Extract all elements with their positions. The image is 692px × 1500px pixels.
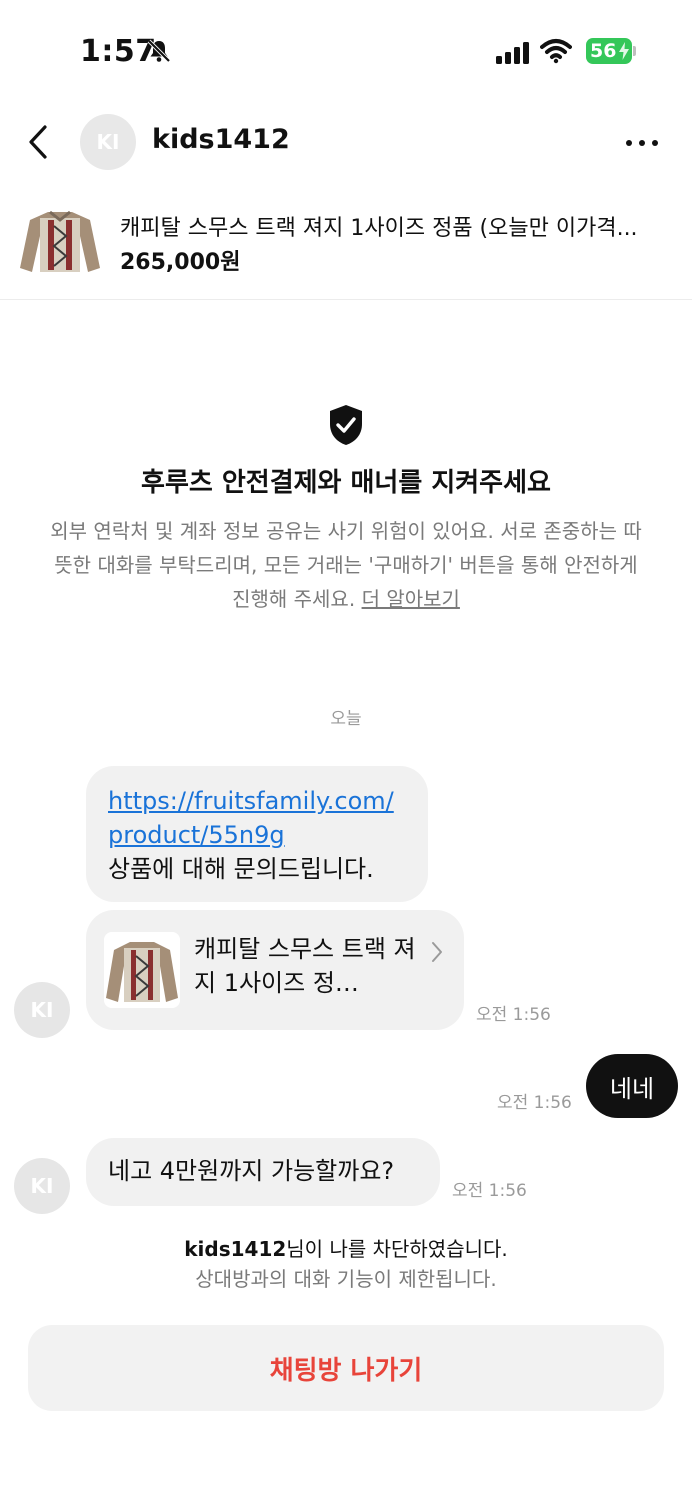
blocked-notice-line: kids1412님이 나를 차단하였습니다. (0, 1234, 692, 1264)
back-button[interactable] (20, 122, 56, 162)
wifi-icon (540, 38, 572, 68)
learn-more-link[interactable]: 더 알아보기 (362, 587, 460, 611)
product-card-title: 캐피탈 스무스 트랙 져지 1사이즈 정… (194, 935, 416, 997)
safety-notice-title: 후루츠 안전결제와 매너를 지켜주세요 (141, 468, 551, 498)
battery-cap (633, 46, 636, 56)
product-price: 265,000원 (120, 250, 241, 275)
dot-icon (652, 140, 658, 146)
chat-header: KI kids1412 (0, 110, 692, 174)
blocked-message: 님이 나를 차단하였습니다. (286, 1237, 508, 1261)
message-text: 네네 (609, 1074, 655, 1103)
cellular-signal-icon (496, 42, 530, 68)
chevron-left-icon (29, 125, 47, 159)
safety-notice-text: 외부 연락처 및 계좌 정보 공유는 사기 위험이 있어요. 서로 존중하는 따… (50, 519, 642, 611)
charging-bolt-icon (619, 42, 629, 60)
product-image (104, 932, 180, 1008)
message-timestamp: 오전 1:56 (497, 1093, 572, 1113)
product-link-line: https://fruitsfamily.com/ (108, 787, 394, 815)
product-image (20, 210, 100, 272)
product-link[interactable]: https://fruitsfamily.com/ product/55n9g (108, 784, 406, 852)
chevron-right-icon (432, 942, 442, 962)
message-timestamp: 오전 1:56 (452, 1181, 527, 1201)
product-title: 캐피탈 스무스 트랙 져지 1사이즈 정품 (오늘만 이가격... (120, 216, 638, 241)
avatar[interactable]: KI (14, 982, 70, 1038)
date-separator: 오늘 (330, 709, 362, 729)
battery-indicator: 56 (586, 38, 632, 64)
leave-chat-button[interactable]: 채팅방 나가기 (28, 1325, 664, 1411)
message-bubble-incoming: https://fruitsfamily.com/ product/55n9g … (86, 766, 428, 902)
message-text: 상품에 대해 문의드립니다. (108, 855, 374, 883)
battery-level: 56 (590, 40, 617, 62)
message-text: 네고 4만원까지 가능할까요? (108, 1157, 395, 1185)
safety-notice-body: 외부 연락처 및 계좌 정보 공유는 사기 위험이 있어요. 서로 존중하는 따… (50, 514, 642, 616)
shield-check-icon (330, 405, 362, 445)
product-card-message[interactable]: 캐피탈 스무스 트랙 져지 1사이즈 정… (86, 910, 464, 1030)
chat-partner-name[interactable]: kids1412 (152, 124, 290, 155)
product-link-line: product/55n9g (108, 821, 285, 849)
bell-muted-icon (146, 38, 172, 68)
dot-icon (639, 140, 645, 146)
dot-icon (626, 140, 632, 146)
avatar[interactable]: KI (80, 114, 136, 170)
status-bar: 1:57 56 (0, 0, 692, 100)
blocked-restriction-text: 상대방과의 대화 기능이 제한됩니다. (195, 1267, 497, 1291)
blocked-username: kids1412 (184, 1237, 287, 1261)
message-timestamp: 오전 1:56 (476, 1005, 551, 1025)
product-summary[interactable]: 캐피탈 스무스 트랙 져지 1사이즈 정품 (오늘만 이가격... 265,00… (0, 196, 692, 300)
message-bubble-outgoing: 네네 (586, 1054, 678, 1118)
more-options-button[interactable] (622, 128, 662, 158)
message-bubble-incoming: 네고 4만원까지 가능할까요? (86, 1138, 440, 1206)
avatar[interactable]: KI (14, 1158, 70, 1214)
blocked-notice: kids1412님이 나를 차단하였습니다. 상대방과의 대화 기능이 제한됩니… (0, 1234, 692, 1294)
